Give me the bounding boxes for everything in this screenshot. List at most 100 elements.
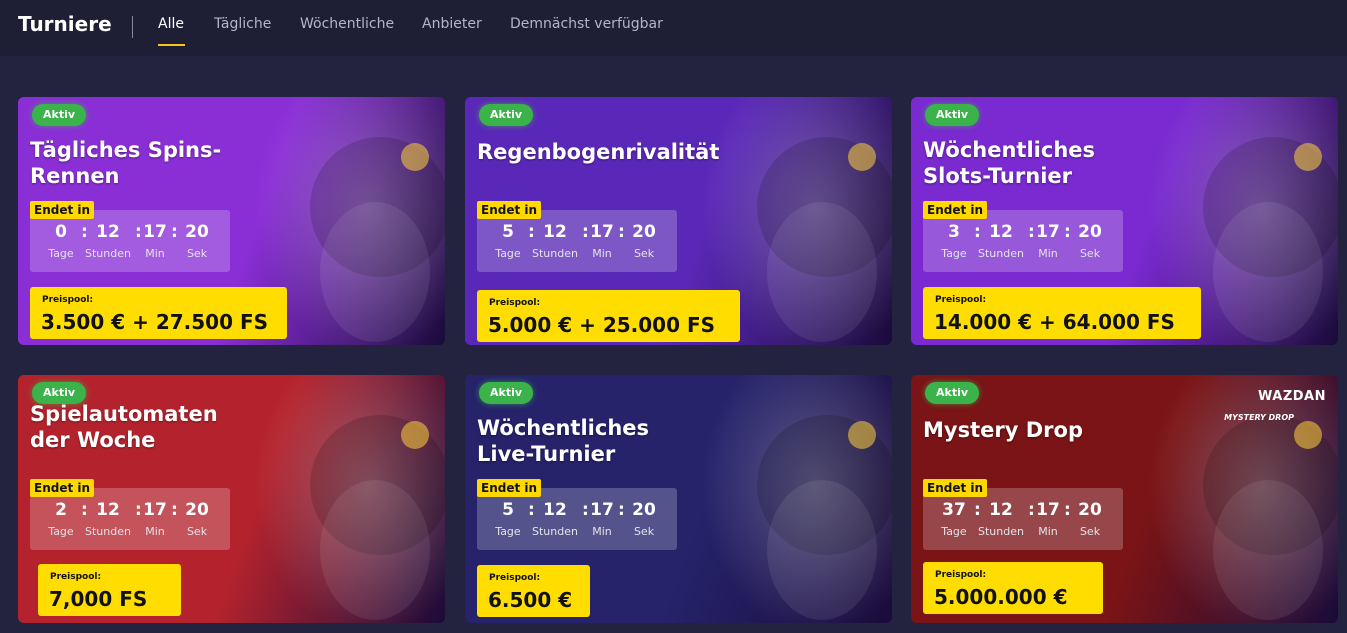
- timer-separator: :: [81, 222, 88, 242]
- page-title: Turniere: [18, 12, 112, 36]
- tab-weekly[interactable]: Wöchentliche: [300, 16, 394, 32]
- prize-pool-box: Preispool: 3.500 € + 27.500 FS: [30, 287, 287, 339]
- timer-days-label: Tage: [941, 525, 967, 538]
- countdown-timer: 5 : 12 : 17 : 20 Tage Stunden Min Sek: [477, 488, 677, 550]
- title-divider: [132, 16, 133, 38]
- ends-in-label: Endet in: [30, 479, 95, 497]
- ends-in-label: Endet in: [923, 201, 988, 219]
- card-title: Tägliches Spins- Rennen: [30, 138, 222, 188]
- ends-in-label: Endet in: [477, 479, 542, 497]
- countdown-timer: 3 : 12 : 17 : 20 Tage Stunden Min Sek: [923, 210, 1123, 272]
- timer-seconds-label: Sek: [186, 525, 208, 538]
- prize-pool-label: Preispool:: [50, 572, 102, 582]
- timer-days: 5: [502, 222, 514, 242]
- prize-pool-value: 6.500 €: [488, 588, 573, 612]
- timer-seconds-label: Sek: [186, 247, 208, 260]
- timer-separator: :: [618, 500, 625, 520]
- card-artwork: [702, 375, 892, 623]
- timer-hours-label: Stunden: [85, 525, 131, 538]
- timer-seconds-label: Sek: [1079, 525, 1101, 538]
- timer-days-label: Tage: [495, 525, 521, 538]
- timer-separator: :: [81, 500, 88, 520]
- tab-daily[interactable]: Tägliche: [214, 16, 271, 32]
- prize-pool-box: Preispool: 5.000.000 €: [923, 562, 1103, 614]
- prize-pool-label: Preispool:: [935, 570, 987, 580]
- timer-hours-label: Stunden: [85, 247, 131, 260]
- prize-pool-value: 14.000 € + 64.000 FS: [934, 310, 1175, 334]
- status-badge: Aktiv: [925, 104, 980, 126]
- status-badge: Aktiv: [479, 382, 534, 404]
- timer-hours-label: Stunden: [978, 247, 1024, 260]
- timer-days: 3: [948, 222, 960, 242]
- timer-hours: 12: [96, 222, 120, 242]
- timer-separator: :: [528, 500, 535, 520]
- top-navigation: Turniere Alle Tägliche Wöchentliche Anbi…: [0, 0, 1347, 56]
- timer-hours-label: Stunden: [532, 247, 578, 260]
- timer-seconds-label: Sek: [1079, 247, 1101, 260]
- status-badge: Aktiv: [479, 104, 534, 126]
- prize-pool-label: Preispool:: [42, 295, 94, 305]
- card-title: Regenbogenrivalität: [477, 140, 720, 164]
- timer-seconds: 20: [632, 500, 656, 520]
- timer-days-label: Tage: [495, 247, 521, 260]
- timer-hours: 12: [543, 500, 567, 520]
- timer-days-label: Tage: [941, 247, 967, 260]
- timer-minutes: 17: [1036, 222, 1060, 242]
- provider-sublabel: MYSTERY DROP: [1224, 413, 1294, 422]
- timer-minutes: 17: [590, 500, 614, 520]
- tab-providers[interactable]: Anbieter: [422, 16, 482, 32]
- tournament-card-6[interactable]: Aktiv Mystery Drop 37 : 12 : 17 : 20 Tag…: [911, 375, 1338, 623]
- countdown-timer: 2 : 12 : 17 : 20 Tage Stunden Min Sek: [30, 488, 230, 550]
- status-badge: Aktiv: [925, 382, 980, 404]
- timer-separator: :: [1064, 500, 1071, 520]
- timer-seconds: 20: [1078, 222, 1102, 242]
- countdown-timer: 5 : 12 : 17 : 20 Tage Stunden Min Sek: [477, 210, 677, 272]
- timer-separator: :: [528, 222, 535, 242]
- timer-minutes: 17: [143, 500, 167, 520]
- timer-minutes: 17: [143, 222, 167, 242]
- timer-days-label: Tage: [48, 525, 74, 538]
- prize-pool-value: 5.000 € + 25.000 FS: [488, 313, 716, 337]
- timer-hours: 12: [989, 222, 1013, 242]
- prize-pool-value: 5.000.000 €: [934, 585, 1068, 609]
- timer-hours: 12: [989, 500, 1013, 520]
- card-title: Spielautomaten der Woche: [30, 402, 218, 452]
- prize-pool-box: Preispool: 14.000 € + 64.000 FS: [923, 287, 1201, 339]
- timer-seconds-label: Sek: [633, 525, 655, 538]
- prize-pool-value: 3.500 € + 27.500 FS: [41, 310, 269, 334]
- prize-pool-label: Preispool:: [935, 295, 987, 305]
- tournament-card-1[interactable]: Aktiv Tägliches Spins- Rennen 0 : 12 : 1…: [18, 97, 445, 345]
- timer-hours: 12: [543, 222, 567, 242]
- prize-pool-label: Preispool:: [489, 298, 541, 308]
- timer-seconds: 20: [185, 222, 209, 242]
- tournament-card-5[interactable]: Aktiv Wöchentliches Live-Turnier 5 : 12 …: [465, 375, 892, 623]
- countdown-timer: 0 : 12 : 17 : 20 Tage Stunden Min Sek: [30, 210, 230, 272]
- tournament-card-4[interactable]: Aktiv Spielautomaten der Woche 2 : 12 : …: [18, 375, 445, 623]
- timer-seconds: 20: [185, 500, 209, 520]
- timer-days-label: Tage: [48, 247, 74, 260]
- active-tab-indicator: [158, 44, 185, 46]
- timer-minutes: 17: [590, 222, 614, 242]
- tournament-card-3[interactable]: Aktiv Wöchentliches Slots-Turnier 3 : 12…: [911, 97, 1338, 345]
- card-title: Mystery Drop: [923, 418, 1083, 442]
- tab-coming-soon[interactable]: Demnächst verfügbar: [510, 16, 663, 32]
- provider-logo: WAZDAN: [1258, 389, 1326, 404]
- timer-minutes: 17: [1036, 500, 1060, 520]
- timer-separator: :: [974, 222, 981, 242]
- timer-days: 37: [942, 500, 966, 520]
- timer-seconds: 20: [632, 222, 656, 242]
- prize-pool-value: 7,000 FS: [49, 587, 148, 611]
- timer-separator: :: [974, 500, 981, 520]
- timer-seconds-label: Sek: [633, 247, 655, 260]
- status-badge: Aktiv: [32, 104, 87, 126]
- timer-hours-label: Stunden: [978, 525, 1024, 538]
- tournament-card-2[interactable]: Aktiv Regenbogenrivalität 5 : 12 : 17 : …: [465, 97, 892, 345]
- timer-separator: :: [1064, 222, 1071, 242]
- timer-separator: :: [618, 222, 625, 242]
- timer-days: 5: [502, 500, 514, 520]
- ends-in-label: Endet in: [30, 201, 95, 219]
- prize-pool-label: Preispool:: [489, 573, 541, 583]
- card-title: Wöchentliches Slots-Turnier: [923, 138, 1096, 188]
- tab-all[interactable]: Alle: [158, 16, 184, 32]
- timer-hours: 12: [96, 500, 120, 520]
